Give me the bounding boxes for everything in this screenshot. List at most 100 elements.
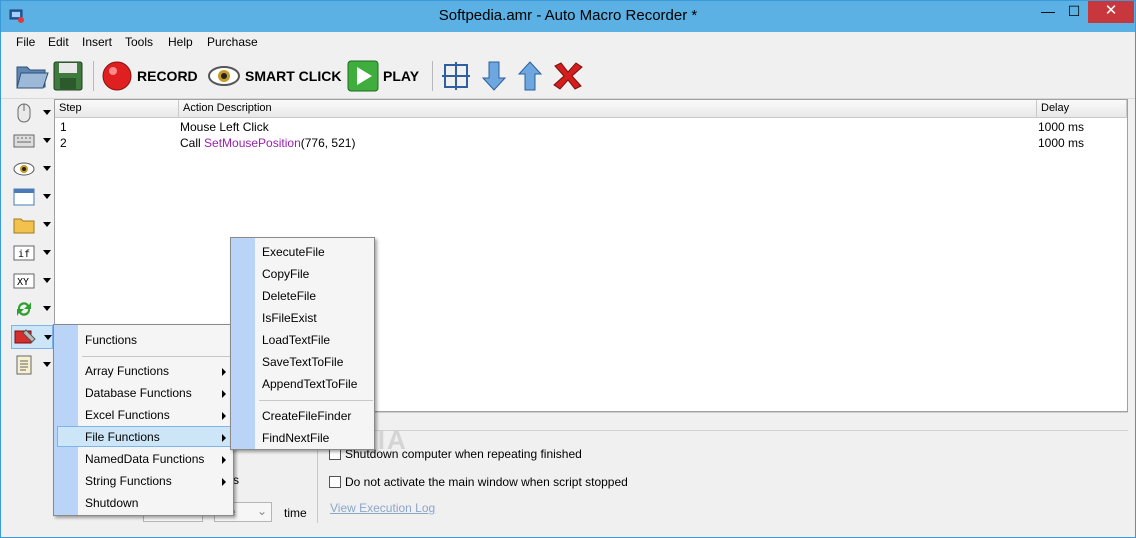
record-icon [102, 61, 132, 91]
menu-gutter [231, 238, 255, 449]
submenu-arrow-icon [222, 434, 226, 442]
row-2-action-prefix: Call [180, 136, 205, 150]
view-execution-log-link[interactable]: View Execution Log [330, 501, 435, 515]
chevron-down-icon [43, 250, 51, 255]
palette-mouse[interactable] [11, 101, 53, 125]
row-2-delay[interactable]: 1000 ms [1038, 136, 1084, 152]
submenu-arrow-icon [222, 456, 226, 464]
floppy-disk-icon [53, 61, 83, 91]
move-up-button[interactable] [517, 59, 543, 93]
palette-window[interactable] [11, 185, 53, 209]
menu-bar: File Edit Insert Tools Help Purchase [1, 32, 1135, 52]
row-2-step[interactable]: 2 [60, 136, 67, 152]
menu-item-copyfile[interactable]: CopyFile [262, 267, 309, 281]
menu-item-findnextfile[interactable]: FindNextFile [262, 431, 329, 445]
app-window: Softpedia.amr - Auto Macro Recorder * — … [0, 0, 1136, 538]
menu-item-nameddata-functions[interactable]: NamedData Functions [85, 452, 204, 466]
select-button[interactable] [441, 59, 471, 93]
menu-item-appendtexttofile[interactable]: AppendTextToFile [262, 377, 357, 391]
chevron-down-icon [43, 306, 51, 311]
record-label: RECORD [137, 68, 198, 84]
menu-item-executefile[interactable]: ExecuteFile [262, 245, 325, 259]
menu-item-savetexttofile[interactable]: SaveTextToFile [262, 355, 343, 369]
menu-item-array-functions[interactable]: Array Functions [85, 364, 169, 378]
checkbox-box[interactable] [329, 476, 341, 488]
row-1-action[interactable]: Mouse Left Click [180, 120, 269, 136]
functions-icon [14, 329, 36, 344]
menu-item-deletefile[interactable]: DeleteFile [262, 289, 316, 303]
menu-item-createfilefinder[interactable]: CreateFileFinder [262, 409, 351, 423]
submenu-arrow-icon [222, 478, 226, 486]
column-header-delay[interactable]: Delay [1037, 100, 1127, 118]
menu-item-isfileexist[interactable]: IsFileExist [262, 311, 317, 325]
note-icon [16, 355, 32, 375]
palette-condition[interactable]: if [11, 241, 53, 265]
delete-x-icon [553, 62, 583, 90]
arrow-down-icon [481, 61, 507, 91]
menu-purchase[interactable]: Purchase [207, 35, 258, 49]
close-button[interactable]: ✕ [1088, 1, 1134, 23]
submenu-arrow-icon [222, 390, 226, 398]
row-2-action[interactable]: Call SetMousePosition(776, 521) [180, 136, 355, 152]
submenu-arrow-icon [222, 368, 226, 376]
menu-help[interactable]: Help [168, 35, 193, 49]
palette-comment[interactable] [11, 353, 53, 377]
folder-open-icon [16, 66, 49, 89]
chevron-down-icon [43, 110, 51, 115]
menu-item-functions[interactable]: Functions [85, 333, 137, 347]
palette-variable[interactable]: XY [11, 269, 53, 293]
menu-item-shutdown[interactable]: Shutdown [85, 496, 138, 510]
maximize-button[interactable]: ☐ [1061, 1, 1087, 23]
svg-text:if: if [18, 249, 30, 260]
minimize-button[interactable]: — [1035, 1, 1061, 23]
menu-item-loadtextfile[interactable]: LoadTextFile [262, 333, 330, 347]
toolbar-separator [432, 61, 433, 91]
chevron-down-icon [44, 335, 52, 340]
open-button[interactable] [15, 59, 49, 93]
palette-file[interactable] [11, 213, 53, 237]
palette-keyboard[interactable] [11, 129, 53, 153]
column-header-action[interactable]: Action Description [179, 100, 1037, 118]
title-bar: Softpedia.amr - Auto Macro Recorder * — … [1, 1, 1135, 32]
menu-gutter [54, 325, 78, 515]
save-button[interactable] [52, 59, 84, 93]
palette-loop[interactable] [11, 297, 53, 321]
mouse-icon [17, 103, 31, 123]
menu-separator [259, 400, 373, 401]
menu-file[interactable]: File [16, 35, 35, 49]
menu-tools[interactable]: Tools [125, 35, 153, 49]
menu-item-string-functions[interactable]: String Functions [85, 474, 172, 488]
record-button[interactable]: RECORD [101, 59, 198, 93]
menu-edit[interactable]: Edit [48, 35, 69, 49]
folder-icon [13, 218, 35, 234]
delete-button[interactable] [552, 59, 584, 93]
menu-insert[interactable]: Insert [82, 35, 112, 49]
row-2-function-args: (776, 521) [300, 136, 356, 150]
chevron-down-icon [43, 194, 51, 199]
smart-click-label: SMART CLICK [245, 68, 342, 84]
row-1-delay[interactable]: 1000 ms [1038, 120, 1084, 136]
refresh-icon [17, 302, 31, 316]
palette-smart-click[interactable] [11, 157, 53, 181]
command-palette: if XY [9, 99, 53, 389]
smart-click-button[interactable]: SMART CLICK [207, 59, 341, 93]
eye-icon [13, 162, 35, 176]
submenu-arrow-icon [222, 412, 226, 420]
svg-text:XY: XY [17, 277, 29, 288]
move-down-button[interactable] [481, 59, 507, 93]
file-functions-submenu: ExecuteFile CopyFile DeleteFile IsFileEx… [230, 237, 375, 450]
row-2-function-name: SetMousePosition [204, 136, 301, 150]
menu-item-excel-functions[interactable]: Excel Functions [85, 408, 170, 422]
eye-icon [208, 66, 240, 86]
column-header-step[interactable]: Step [55, 100, 179, 118]
play-button[interactable]: PLAY [347, 59, 419, 93]
menu-item-file-functions[interactable]: File Functions [85, 430, 160, 444]
row-1-step[interactable]: 1 [60, 120, 67, 136]
selection-icon [442, 62, 470, 90]
no-activate-checkbox[interactable]: Do not activate the main window when scr… [329, 475, 628, 489]
palette-functions[interactable] [11, 325, 53, 349]
menu-item-database-functions[interactable]: Database Functions [85, 386, 192, 400]
chevron-down-icon: ⌄ [256, 504, 267, 518]
toolbar-separator [93, 61, 94, 91]
chevron-down-icon [43, 222, 51, 227]
